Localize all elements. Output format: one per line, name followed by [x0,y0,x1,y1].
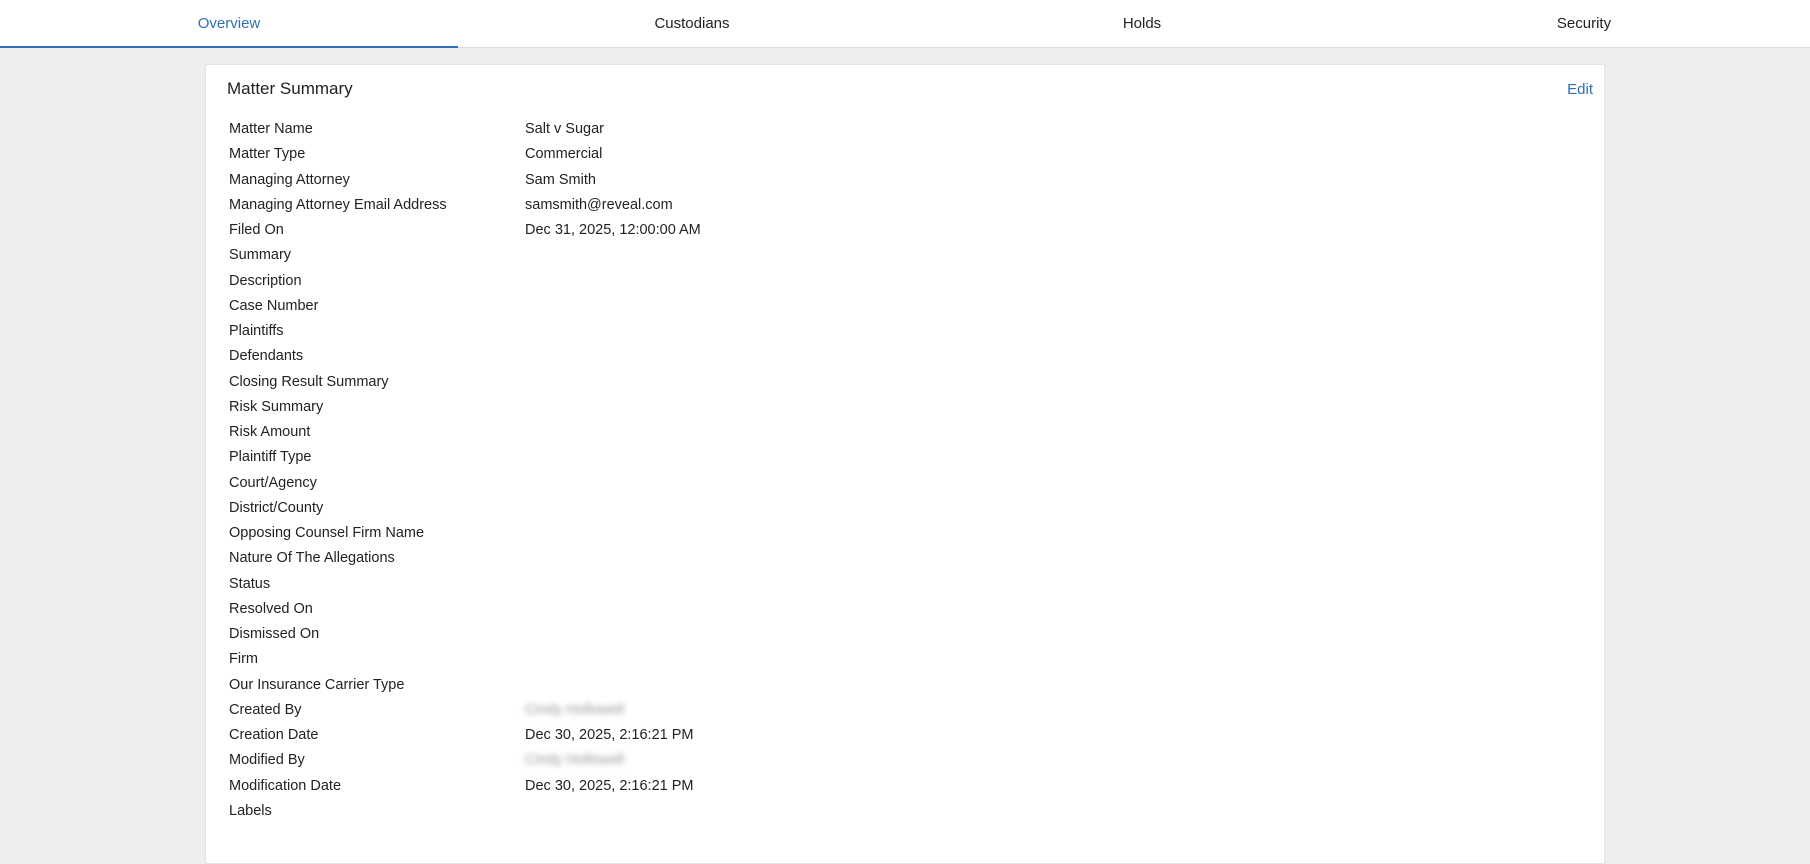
field-label: Nature Of The Allegations [229,550,395,567]
field-label: District/County [229,499,324,516]
field-label: Dismissed On [229,626,320,642]
field-label: Modification Date [229,777,342,794]
tab-custodians[interactable]: Custodians [458,0,926,48]
field-label: Our Insurance Carrier Type [229,676,405,693]
field-value: Sam Smith [525,171,596,188]
tab-overview[interactable]: Overview [0,0,458,48]
field-label: Matter Type [229,146,306,163]
matter-summary-card: Matter Summary Edit Matter Name Salt v Su… [205,64,1605,864]
field-label: Status [229,575,271,592]
field-label: Created By [229,701,302,718]
field-value: Cindy Hollowell [525,701,625,718]
card-title: Matter Summary [227,79,353,98]
field-label: Creation Date [229,727,319,743]
tab-holds[interactable]: Holds [926,0,1358,48]
field-label: Plaintiff Type [229,449,312,466]
field-value: samsmith@reveal.com [525,196,673,213]
field-label: Risk Amount [229,424,311,440]
tab-bar: Overview Custodians Holds Security [0,0,1810,48]
field-label: Case Number [229,297,319,314]
field-label: Defendants [229,348,304,365]
field-value: Cindy Hollowell [525,752,625,769]
field-value: Dec 30, 2025, 2:16:21 PM [525,727,694,743]
edit-button[interactable]: Edit [1567,81,1593,98]
field-value: Dec 31, 2025, 12:00:00 AM [525,222,701,238]
field-label: Closing Result Summary [229,373,389,390]
field-value: Commercial [525,146,603,163]
field-label: Resolved On [229,600,313,617]
field-label: Modified By [229,752,305,769]
field-label: Plaintiffs [229,323,284,339]
field-label: Description [229,272,302,289]
field-label: Managing Attorney Email Address [229,196,447,213]
field-label: Opposing Counsel Firm Name [229,525,425,541]
field-label: Firm [229,651,258,668]
field-label: Court/Agency [229,474,317,491]
field-label: Filed On [229,222,284,238]
field-label: Matter Name [229,121,313,137]
field-value: Salt v Sugar [525,121,604,137]
field-value: Dec 30, 2025, 2:16:21 PM [525,777,694,794]
field-label: Summary [229,247,292,264]
tab-security[interactable]: Security [1358,0,1810,48]
field-label: Managing Attorney [229,171,350,188]
field-label: Risk Summary [229,398,324,415]
field-label: Labels [229,802,272,819]
